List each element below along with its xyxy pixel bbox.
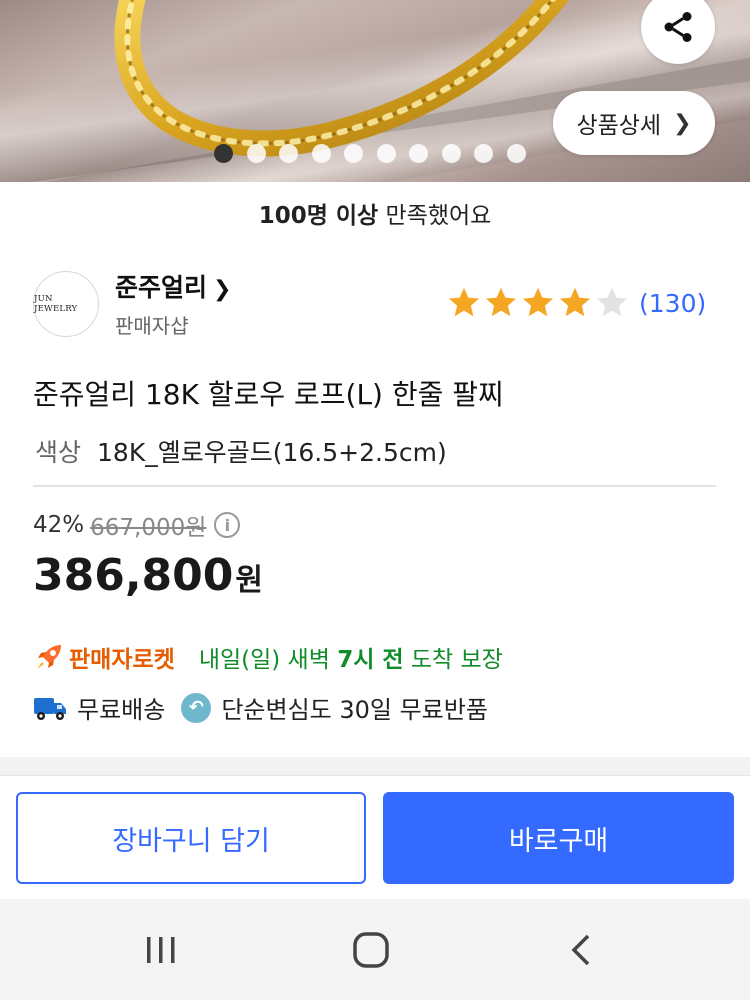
carousel-dot [311,144,331,163]
return-icon: ↶ [181,692,212,723]
sale-price-number: 386,800 [33,550,234,601]
carousel-dot [214,144,233,163]
home-icon [353,931,389,968]
product-option[interactable]: 색상 18K_옐로우골드(16.5+2.5cm) [35,433,447,469]
rocket-icon [37,645,61,669]
option-label: 색상 [35,438,82,467]
section-separator [0,757,750,775]
carousel-dot [474,144,493,163]
carousel-dot [409,144,428,163]
seller-type: 판매자샵 [115,314,189,338]
star-filled-icon [449,287,479,317]
discount-rate: 42% [33,512,85,538]
satisfaction-text: 만족했어요 [378,203,492,229]
carousel-dot [246,144,266,163]
free-return: 단순변심도 30일 무료반품 [221,696,488,724]
rocket-brand: 판매자로켓 [69,647,175,673]
carousel-dot [279,144,298,163]
back-button[interactable] [521,899,641,1000]
back-icon [571,934,590,965]
chevron-right-icon: ❯ [213,277,232,302]
rating-summary[interactable]: (130) [446,285,706,321]
truck-icon [34,697,66,720]
seller-logo-text: JUN JEWELRY [34,293,78,314]
chevron-right-icon: ❯ [673,110,692,136]
share-icon [664,12,692,42]
star-filled-icon [523,287,553,317]
carousel-dot [376,144,396,163]
product-title: 준쥬얼리 18K 할로우 로프(L) 한줄 팔찌 [33,378,504,411]
add-to-cart-button[interactable]: 장바구니 담기 [16,792,366,884]
seller-info: 준주얼리 ❯ 판매자샵 [115,268,231,339]
arrival-guarantee: 내일(일) 새벽 7시 전 도착 보장 [199,640,503,674]
carousel-indicator [214,144,526,163]
option-value: 18K_옐로우골드(16.5+2.5cm) [97,438,447,467]
info-icon[interactable]: i [214,512,241,538]
seller-name-link[interactable]: 준주얼리 ❯ [115,268,231,304]
star-empty-icon [597,287,627,317]
purchase-action-bar: 장바구니 담기 바로구매 [0,775,750,900]
product-detail-button[interactable]: 상품상세 ❯ [553,91,715,155]
star-filled-icon [486,287,516,317]
seller-name: 준주얼리 [115,273,208,302]
sale-price-unit: 원 [235,563,264,598]
buy-now-button[interactable]: 바로구매 [383,792,734,884]
arrival-time: 7시 전 [337,647,404,673]
seller-logo: JUN JEWELRY [33,270,99,337]
arrival-prefix: 내일(일) 새벽 [198,647,338,673]
satisfaction-banner: 100명 이상 만족했어요 [0,196,750,230]
star-filled-icon [560,287,590,317]
sale-price: 386,800원 [33,550,263,601]
carousel-dot [506,144,526,163]
original-price-row: 42% 667,000원 i [33,508,241,542]
free-shipping: 무료배송 [77,696,166,724]
carousel-dot [344,144,363,163]
star-rating [446,285,631,321]
original-price: 667,000원 [90,515,207,541]
satisfaction-count: 100명 이상 [258,203,379,229]
recents-icon [147,936,175,963]
arrival-suffix: 도착 보장 [403,647,503,673]
seller-block[interactable]: JUN JEWELRY 준주얼리 ❯ 판매자샵 [33,268,231,339]
product-detail-label: 상품상세 [576,113,662,139]
system-navigation-bar [0,899,750,1000]
home-button[interactable] [311,899,431,1000]
benefits-row: 무료배송 ↶ 단순변심도 30일 무료반품 [33,690,488,725]
recents-button[interactable] [101,899,221,1000]
review-count[interactable]: (130) [639,289,706,318]
rocket-delivery-row: 판매자로켓 내일(일) 새벽 7시 전 도착 보장 [33,640,503,674]
divider [33,485,716,487]
carousel-dot [441,144,461,163]
